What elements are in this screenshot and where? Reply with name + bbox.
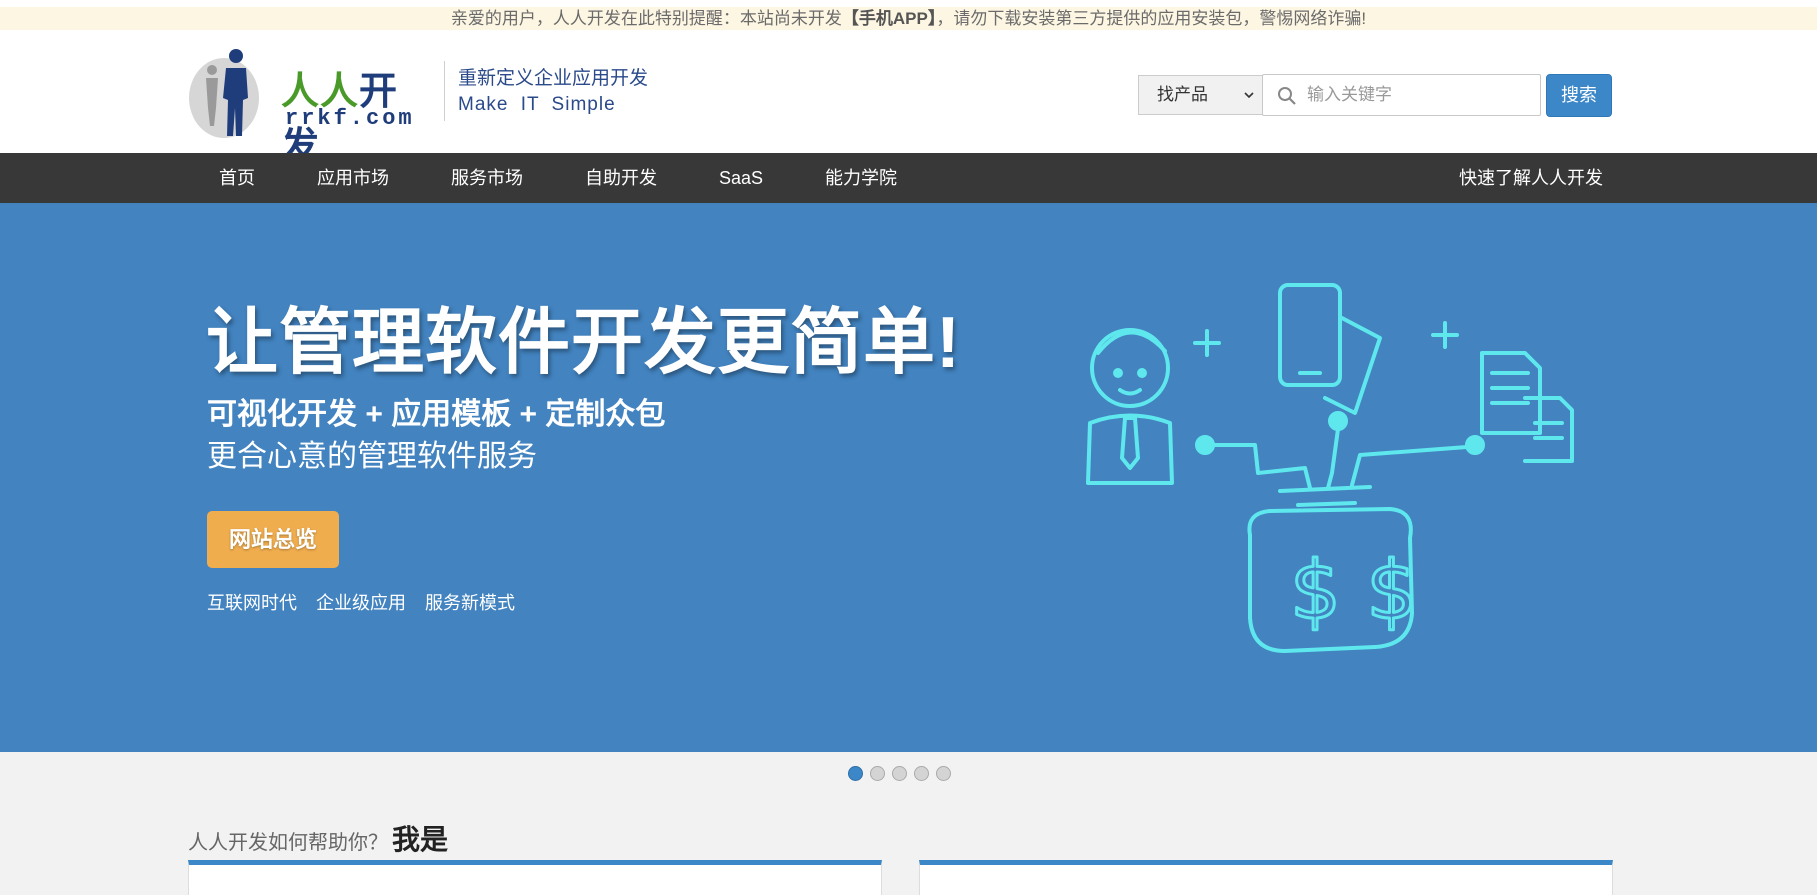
plus-icon [1431,321,1459,349]
section-title-big: 我是 [392,824,449,855]
section-title: 人人开发如何帮助你？ 我是 [188,818,448,858]
category-select[interactable]: 找产品 [1138,75,1263,115]
role-card[interactable] [188,860,882,895]
nav-item-self-dev[interactable]: 自助开发 [585,153,657,203]
money-bag-icon: $ $ [1247,485,1419,653]
role-card[interactable] [919,860,1613,895]
nav-item-home[interactable]: 首页 [219,153,255,203]
carousel-dot[interactable] [914,766,929,781]
search-icon [1278,87,1296,105]
notice-bar: 亲爱的用户，人人开发在此特别提醒：本站尚未开发【手机APP】，请勿下载安装第三方… [0,0,1817,30]
document-icon [1480,351,1574,463]
hero-illustration: $ $ [1086,283,1574,653]
main-nav: 首页 应用市场 服务市场 自助开发 SaaS 能力学院 快速了解人人开发 [0,153,1817,203]
carousel-dot[interactable] [892,766,907,781]
logo-domain: rrkf.com [285,106,415,131]
businessman-icon [1086,328,1174,485]
hero-subtitle-bold: 可视化开发 + 应用模板 + 定制众包 [207,398,666,431]
hero-subtitle: 更合心意的管理软件服务 [207,440,537,473]
carousel-dot[interactable] [848,766,863,781]
nav-item-service-market[interactable]: 服务市场 [451,153,523,203]
search-input[interactable] [1307,82,1527,108]
header-divider [444,61,445,121]
dollar-signs: $ $ [1290,544,1417,637]
plus-icon [1193,329,1221,357]
hero-banner: 让管理软件开发更简单! 可视化开发 + 应用模板 + 定制众包 更合心意的管理软… [0,203,1817,752]
nav-item-saas[interactable]: SaaS [719,153,763,203]
hero-tag: 互联网时代 [207,593,297,613]
smartphone-icon [1278,283,1382,415]
slogan-line-2: Make IT Simple [458,94,616,115]
search-button[interactable]: 搜索 [1546,74,1612,117]
hero-tag: 企业级应用 [316,593,407,613]
search-box [1262,74,1541,116]
notice-highlight: 【手机APP】 [841,9,937,28]
carousel-dot[interactable] [936,766,951,781]
site-header: 人人开发 rrkf.com 重新定义企业应用开发 Make IT Simple … [0,30,1817,168]
logo-figures-icon [189,49,259,138]
site-logo[interactable]: 人人开发 rrkf.com [188,48,428,168]
notice-text-after: ，请勿下载安装第三方提供的应用安装包，警惕网络诈骗! [936,9,1367,28]
nav-link-about[interactable]: 快速了解人人开发 [1459,153,1603,203]
section-title-question: 人人开发如何帮助你？ [188,832,388,854]
slogan-line-1: 重新定义企业应用开发 [458,68,649,89]
connector-lines [1195,411,1485,490]
hero-title: 让管理软件开发更简单! [206,303,961,383]
hero-tags: 互联网时代 企业级应用 服务新模式 [207,589,529,615]
nav-item-academy[interactable]: 能力学院 [825,153,897,203]
hero-tag: 服务新模式 [425,593,516,613]
category-select-value: 找产品 [1157,85,1208,104]
chevron-down-icon [1244,92,1254,99]
nav-item-app-market[interactable]: 应用市场 [317,153,389,203]
notice-text-before: 亲爱的用户，人人开发在此特别提醒：本站尚未开发 [450,9,842,28]
carousel-dot[interactable] [870,766,885,781]
site-overview-button[interactable]: 网站总览 [207,511,339,568]
